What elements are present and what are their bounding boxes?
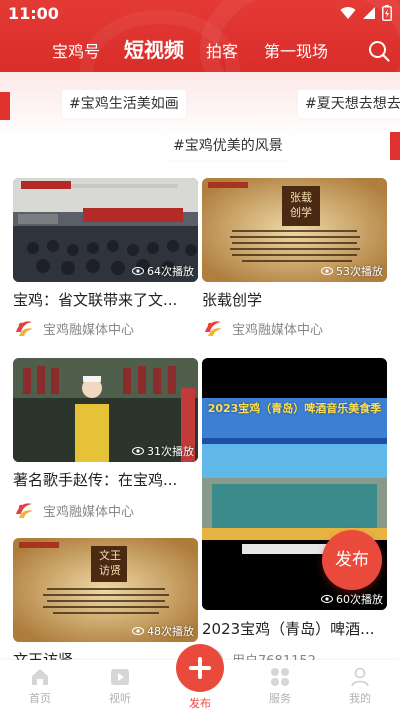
nav-label: 视听 (109, 692, 131, 705)
nav-label: 发布 (189, 697, 211, 710)
plus-icon (189, 657, 211, 679)
tag-edge (0, 92, 10, 120)
play-count-text: 48次播放 (147, 625, 194, 638)
nav-service[interactable]: 服务 (250, 666, 310, 706)
nav-label: 首页 (29, 692, 51, 705)
video-card[interactable]: 64次播放 宝鸡：省文联带来了文... 宝鸡融媒体中心 (13, 178, 198, 348)
channel-tabs: 宝鸡号 短视频 拍客 第一现场 (0, 30, 400, 70)
status-time: 11:00 (8, 4, 59, 23)
hashtag-chip[interactable]: #宝鸡优美的风景 (166, 132, 290, 160)
eye-icon (321, 267, 333, 275)
signal-icon (363, 7, 375, 19)
status-icons (340, 5, 392, 21)
author-name: 宝鸡融媒体中心 (43, 504, 135, 520)
eye-icon (132, 447, 144, 455)
play-count-text: 53次播放 (336, 265, 383, 278)
nav-profile[interactable]: 我的 (330, 666, 390, 706)
video-title[interactable]: 张载创学 (202, 289, 387, 310)
eye-icon (132, 267, 144, 275)
baoji-media-logo-icon (205, 321, 222, 336)
tag-edge (390, 132, 400, 160)
nav-video[interactable]: 视听 (90, 666, 150, 706)
nav-home[interactable]: 首页 (10, 666, 70, 706)
nav-publish-button[interactable] (176, 644, 224, 692)
publish-fab-button[interactable]: 发布 (322, 530, 382, 590)
grid-icon (271, 668, 289, 686)
video-card[interactable]: 2023宝鸡（青岛）啤酒音乐美食季 60次播放 2023宝鸡（青岛）啤酒... … (202, 358, 387, 669)
video-card[interactable]: 31次播放 著名歌手赵传：在宝鸡... 宝鸡融媒体中心 (13, 358, 198, 528)
author-name: 宝鸡融媒体中心 (43, 322, 135, 338)
play-count: 64次播放 (132, 263, 194, 279)
video-thumbnail[interactable]: 31次播放 (13, 358, 198, 462)
status-bar: 11:00 (0, 0, 400, 28)
search-icon[interactable] (368, 40, 390, 62)
wifi-icon (340, 7, 356, 20)
video-title[interactable]: 宝鸡：省文联带来了文... (13, 289, 198, 310)
thumbnail-caption: 张载创学 (290, 191, 312, 219)
baoji-media-logo-icon (16, 503, 33, 518)
video-thumbnail[interactable]: 64次播放 (13, 178, 198, 282)
battery-icon (382, 5, 392, 21)
author-name: 宝鸡融媒体中心 (232, 322, 324, 338)
eye-icon (132, 627, 144, 635)
tab-baojihao[interactable]: 宝鸡号 (52, 38, 100, 62)
hashtag-chip[interactable]: #夏天想去想去 (298, 90, 400, 118)
play-count: 53次播放 (321, 263, 383, 279)
baoji-media-logo-icon (16, 321, 33, 336)
play-count: 48次播放 (132, 623, 194, 639)
author-row[interactable]: 宝鸡融媒体中心 (202, 317, 323, 339)
tab-paike[interactable]: 拍客 (206, 38, 238, 62)
play-count: 60次播放 (321, 591, 383, 607)
top-header: 11:00 宝鸡号 短视频 拍客 第一现场 (0, 0, 400, 72)
author-row[interactable]: 宝鸡融媒体中心 (13, 317, 134, 339)
play-count: 31次播放 (132, 443, 194, 459)
video-title[interactable]: 著名歌手赵传：在宝鸡... (13, 469, 198, 490)
video-thumbnail[interactable]: 张载创学 53次播放 (202, 178, 387, 282)
user-icon (351, 667, 369, 687)
play-count-text: 31次播放 (147, 445, 194, 458)
video-card[interactable]: 文王访贤 48次播放 文王访贤 (13, 538, 198, 669)
tab-first-scene[interactable]: 第一现场 (264, 38, 328, 62)
nav-label: 服务 (269, 692, 291, 705)
tab-short-video[interactable]: 短视频 (124, 34, 184, 63)
thumbnail-caption: 文王访贤 (99, 549, 121, 577)
video-title[interactable]: 2023宝鸡（青岛）啤酒... (202, 618, 387, 639)
video-thumbnail[interactable]: 文王访贤 48次播放 (13, 538, 198, 642)
play-icon (111, 669, 129, 685)
author-row[interactable]: 宝鸡融媒体中心 (13, 499, 134, 521)
video-card[interactable]: 张载创学 53次播放 张载创学 宝鸡融媒体中心 (202, 178, 387, 348)
home-icon (32, 669, 48, 685)
hashtag-chip[interactable]: #宝鸡生活美如画 (62, 90, 186, 118)
eye-icon (321, 595, 333, 603)
bottom-nav: 首页 视听 发布 服务 我的 (0, 644, 400, 712)
hashtag-strip: #宝鸡生活美如画 #夏天想去想去 #宝鸡优美的风景 (0, 72, 400, 168)
thumbnail-banner: 2023宝鸡（青岛）啤酒音乐美食季 (207, 402, 382, 415)
nav-label: 我的 (349, 692, 371, 705)
play-count-text: 64次播放 (147, 265, 194, 278)
play-count-text: 60次播放 (336, 593, 383, 606)
